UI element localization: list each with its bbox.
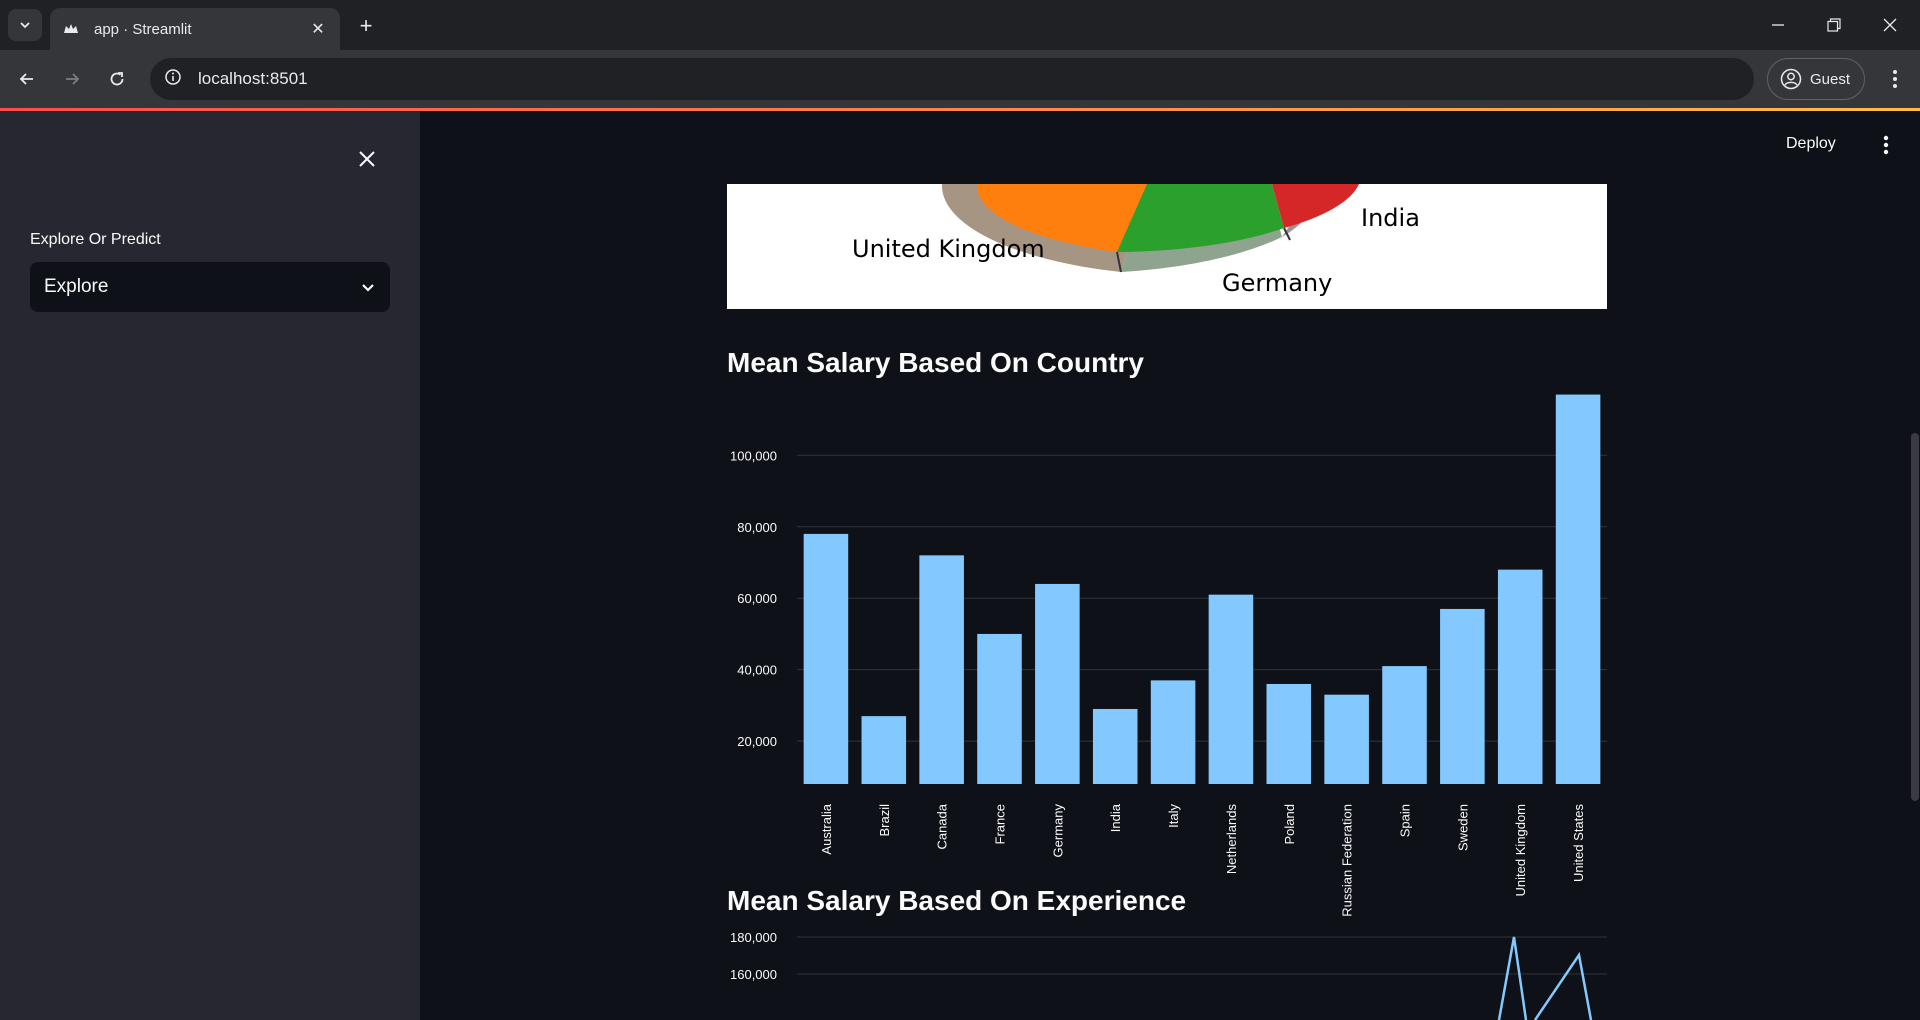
pie-label-united-kingdom: United Kingdom	[852, 235, 1045, 263]
bar-x-tick-label: United Kingdom	[1513, 804, 1528, 897]
select-label: Explore Or Predict	[30, 231, 161, 248]
line-series-spike-b	[1533, 951, 1593, 1020]
country-pie-chart-image: United Kingdom India Germany	[727, 184, 1607, 309]
bar-x-tick-label: Germany	[1050, 804, 1065, 858]
streamlit-crown-icon	[62, 20, 80, 38]
experience-salary-title: Mean Salary Based On Experience	[727, 885, 1187, 916]
bar-x-tick-label: Brazil	[877, 804, 892, 837]
bar-united-kingdom[interactable]	[1497, 569, 1543, 784]
browser-menu-icon[interactable]	[1880, 64, 1910, 94]
deploy-button[interactable]: Deploy	[1786, 135, 1836, 153]
chevron-down-icon	[362, 284, 374, 292]
bar-australia[interactable]	[803, 533, 849, 784]
main-content: Deploy United Kingdom India Germany Mean…	[420, 111, 1920, 1020]
close-sidebar-icon[interactable]	[352, 144, 382, 174]
bar-india[interactable]	[1092, 708, 1138, 784]
reload-icon[interactable]	[102, 64, 132, 94]
minimize-icon[interactable]	[1750, 0, 1806, 50]
restore-icon[interactable]	[1806, 0, 1862, 50]
bar-x-tick-label: Netherlands	[1224, 804, 1239, 875]
forward-arrow-icon[interactable]	[57, 64, 87, 94]
bar-x-tick-label: France	[993, 804, 1008, 844]
app-menu-icon[interactable]	[1872, 131, 1900, 159]
bar-canada[interactable]	[919, 555, 964, 784]
bar-x-tick-label: Spain	[1398, 804, 1413, 837]
tab-title: app · Streamlit	[94, 20, 192, 38]
browser-tabstrip: app · Streamlit ✕ +	[0, 0, 1920, 50]
bar-russian-federation[interactable]	[1324, 694, 1369, 784]
new-tab-button[interactable]: +	[352, 12, 380, 40]
bar-france[interactable]	[977, 633, 1022, 784]
close-tab-icon[interactable]: ✕	[308, 19, 328, 39]
bar-x-tick-label: Sweden	[1455, 804, 1470, 851]
close-window-icon[interactable]	[1862, 0, 1918, 50]
bar-x-tick-label: India	[1108, 803, 1123, 832]
line-y-tick-label: 180,000	[730, 931, 777, 945]
chevron-down-icon	[20, 22, 30, 29]
bar-y-tick-label: 80,000	[737, 520, 777, 535]
bar-spain[interactable]	[1382, 666, 1427, 784]
bar-y-tick-label: 60,000	[737, 591, 777, 606]
browser-toolbar: localhost:8501 Guest	[0, 50, 1920, 108]
experience-salary-line-chart: 160,000 180,000	[730, 931, 1607, 1020]
tab-list-button[interactable]	[8, 9, 42, 41]
bar-x-tick-label: United States	[1571, 804, 1586, 883]
country-salary-bar-chart: 20,000 40,000 60,000 80,000 100,000 Australia…	[730, 394, 1607, 917]
bar-brazil[interactable]	[861, 716, 907, 784]
pie-label-germany: Germany	[1222, 269, 1332, 297]
browser-tab[interactable]: app · Streamlit ✕	[50, 8, 340, 50]
explore-predict-select[interactable]: Explore	[30, 262, 390, 312]
address-bar[interactable]: localhost:8501	[150, 58, 1754, 100]
line-series-spike-a	[1497, 936, 1528, 1020]
url-text: localhost:8501	[198, 69, 308, 88]
profile-button[interactable]: Guest	[1767, 58, 1865, 100]
bar-x-tick-label: Russian Federation	[1340, 804, 1355, 917]
bar-sweden[interactable]	[1440, 608, 1485, 784]
bar-poland[interactable]	[1266, 683, 1312, 784]
bar-y-tick-label: 40,000	[737, 663, 777, 678]
select-value: Explore	[44, 276, 109, 297]
bar-united-states[interactable]	[1555, 394, 1601, 784]
country-salary-title: Mean Salary Based On Country	[727, 347, 1145, 378]
bar-x-tick-label: Canada	[935, 803, 950, 849]
profile-label: Guest	[1810, 70, 1851, 88]
bar-x-tick-label: Australia	[819, 803, 834, 854]
bar-italy[interactable]	[1150, 680, 1196, 784]
site-info-icon[interactable]	[164, 68, 182, 91]
pie-label-india: India	[1361, 204, 1420, 232]
bar-y-tick-label: 20,000	[737, 734, 777, 749]
bar-y-tick-label: 100,000	[730, 448, 777, 463]
page-scrollbar[interactable]	[1911, 433, 1919, 801]
bar-x-tick-label: Poland	[1282, 804, 1297, 844]
bar-x-tick-label: Italy	[1166, 804, 1181, 828]
back-arrow-icon[interactable]	[12, 64, 42, 94]
bar-germany[interactable]	[1035, 583, 1080, 784]
sidebar: Explore Or Predict Explore	[0, 111, 420, 1020]
line-y-tick-label: 160,000	[730, 967, 777, 982]
bar-netherlands[interactable]	[1208, 594, 1254, 784]
profile-avatar-icon	[1780, 68, 1802, 90]
